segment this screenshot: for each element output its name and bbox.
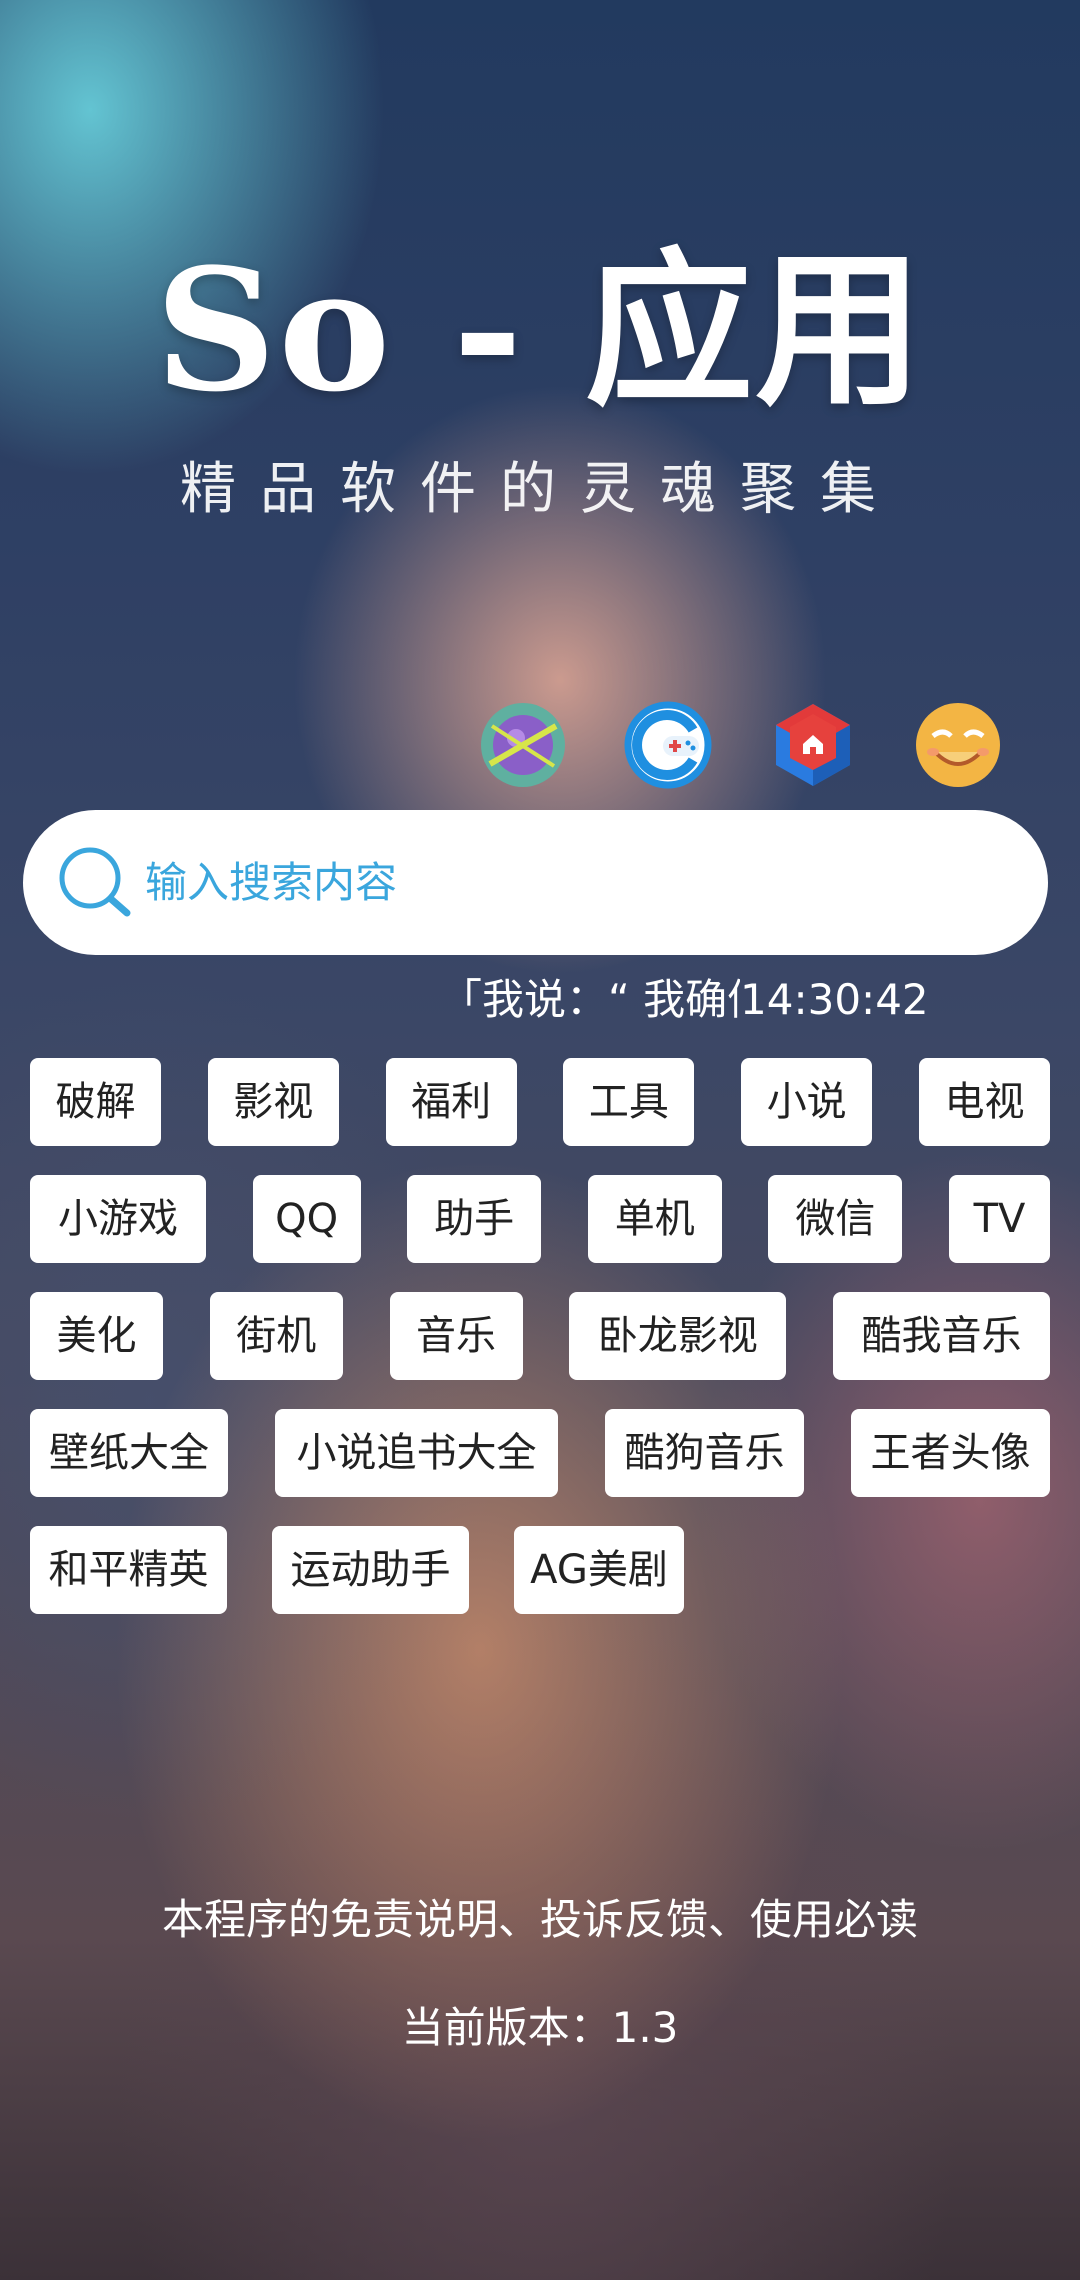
game-controller-app-icon[interactable] [623,700,713,790]
tag-row: 美化 街机 音乐 卧龙影视 酷我音乐 [30,1292,1050,1380]
tag-beautify[interactable]: 美化 [30,1292,163,1380]
version-label: 当前版本：1.3 [401,2003,679,2052]
tag-kuwo-music[interactable]: 酷我音乐 [833,1292,1050,1380]
tag-kugou-music[interactable]: 酷狗音乐 [605,1409,804,1497]
tag-wolong-video[interactable]: 卧龙影视 [569,1292,787,1380]
tag-peace-elite[interactable]: 和平精英 [30,1526,227,1614]
smiley-face-icon[interactable] [913,700,1003,790]
tag-novel-reader[interactable]: 小说追书大全 [275,1409,558,1497]
search-icon [59,847,131,916]
planet-app-icon[interactable] [478,700,568,790]
tag-novel[interactable]: 小说 [741,1058,873,1146]
category-tags: 破解 影视 福利 工具 小说 电视 小游戏 QQ 助手 单机 微信 TV 美化 … [30,1058,1050,1643]
tag-tools[interactable]: 工具 [563,1058,695,1146]
announcement-ticker: 「我说：“ 我确信 你知14:30:42 [440,970,1000,1030]
app-title: So - 应用 [154,231,926,429]
tag-single-player[interactable]: 单机 [587,1175,722,1263]
tag-tv[interactable]: TV [948,1175,1050,1263]
tag-fitness-assistant[interactable]: 运动助手 [272,1526,469,1614]
quick-icon-row [478,700,1003,790]
tag-welfare[interactable]: 福利 [385,1058,517,1146]
tag-ag-dramas[interactable]: AG美剧 [514,1526,684,1614]
search-input[interactable] [145,832,1005,933]
tag-mini-games[interactable]: 小游戏 [30,1175,206,1263]
tag-row: 小游戏 QQ 助手 单机 微信 TV [30,1175,1050,1263]
tag-arcade[interactable]: 街机 [209,1292,343,1380]
tag-television[interactable]: 电视 [918,1058,1050,1146]
tag-video[interactable]: 影视 [207,1058,339,1146]
home-cube-app-icon[interactable] [768,700,858,790]
search-bar[interactable] [23,810,1048,955]
clock-time: 14:30:42 [740,975,929,1024]
tag-wechat[interactable]: 微信 [768,1175,903,1263]
tag-wallpapers[interactable]: 壁纸大全 [30,1409,228,1497]
tag-qq[interactable]: QQ [252,1175,361,1263]
tag-assistant[interactable]: 助手 [407,1175,542,1263]
tag-row: 破解 影视 福利 工具 小说 电视 [30,1058,1050,1146]
tag-row: 和平精英 运动助手 AG美剧 [30,1526,1050,1614]
ticker-message: 「我说：“ 我确信 你知 [440,975,740,1024]
disclaimer-link[interactable]: 本程序的免责说明、投诉反馈、使用必读 [0,1890,1080,1950]
tag-row: 壁纸大全 小说追书大全 酷狗音乐 王者头像 [30,1409,1050,1497]
app-subtitle: 精品软件的灵魂聚集 [180,457,900,522]
tag-honor-avatars[interactable]: 王者头像 [851,1409,1050,1497]
tag-music[interactable]: 音乐 [389,1292,523,1380]
tag-crack[interactable]: 破解 [30,1058,161,1146]
